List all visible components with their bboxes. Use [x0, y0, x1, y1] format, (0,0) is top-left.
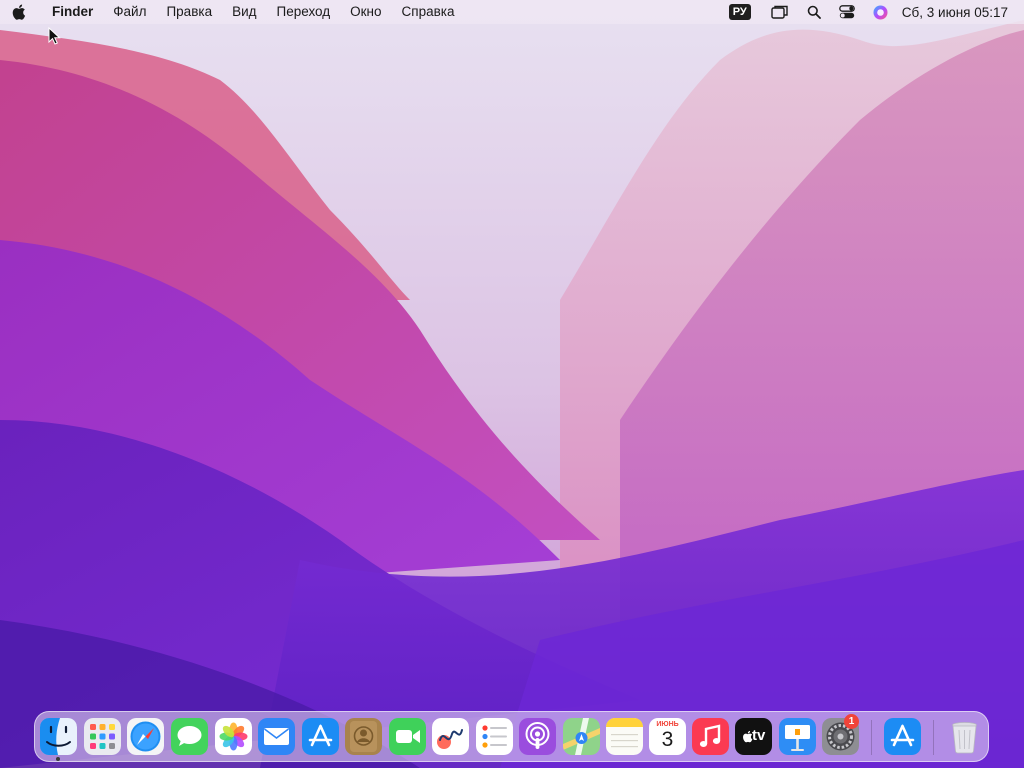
menu-app-name[interactable]: Finder: [40, 0, 103, 24]
launchpad-icon[interactable]: [84, 718, 121, 755]
menu-file[interactable]: Файл: [103, 0, 156, 24]
notification-badge: 1: [844, 714, 859, 729]
apple-tv-icon[interactable]: tv: [735, 718, 772, 755]
menu-bar: Finder Файл Правка Вид Переход Окно Спра…: [0, 0, 1024, 24]
reminders-icon[interactable]: [476, 718, 513, 755]
photos-icon[interactable]: [215, 718, 252, 755]
menu-clock[interactable]: Сб, 3 июня 05:17: [902, 5, 1008, 20]
facetime-icon[interactable]: [389, 718, 426, 755]
mail-icon[interactable]: [258, 718, 295, 755]
menu-window[interactable]: Окно: [340, 0, 391, 24]
siri-icon[interactable]: [873, 0, 888, 24]
wallpaper: [0, 0, 1024, 768]
calendar-icon[interactable]: ИЮНЬ 3: [649, 718, 686, 755]
contacts-icon[interactable]: [345, 718, 382, 755]
apple-logo-icon[interactable]: [12, 4, 40, 20]
finder-icon[interactable]: [40, 718, 77, 755]
maps-icon[interactable]: [563, 718, 600, 755]
freeform-icon[interactable]: [432, 718, 469, 755]
podcasts-icon[interactable]: [519, 718, 556, 755]
input-language-label: РУ: [728, 4, 751, 20]
window-stack-icon[interactable]: [771, 0, 789, 24]
running-indicator: [56, 757, 60, 761]
keynote-icon[interactable]: [779, 718, 816, 755]
calendar-day-label: 3: [661, 728, 674, 751]
menu-go[interactable]: Переход: [267, 0, 341, 24]
control-center-icon[interactable]: [838, 0, 855, 24]
dock-separator: [933, 720, 934, 755]
trash-icon[interactable]: [946, 718, 983, 755]
menu-edit[interactable]: Правка: [156, 0, 222, 24]
input-language-menu[interactable]: РУ: [728, 0, 751, 24]
music-icon[interactable]: [692, 718, 729, 755]
dock-separator: [871, 720, 872, 755]
menu-help[interactable]: Справка: [392, 0, 465, 24]
menu-view[interactable]: Вид: [222, 0, 266, 24]
app-store-icon[interactable]: [302, 718, 339, 755]
desktop[interactable]: Finder Файл Правка Вид Переход Окно Спра…: [0, 0, 1024, 768]
mouse-pointer-icon: [48, 27, 61, 45]
dock: ИЮНЬ 3 tv 1: [34, 711, 989, 762]
apple-tv-label: tv: [752, 727, 766, 744]
messages-icon[interactable]: [171, 718, 208, 755]
app-store-icon[interactable]: [884, 718, 921, 755]
spotlight-search-icon[interactable]: [807, 0, 821, 24]
safari-icon[interactable]: [127, 718, 164, 755]
notes-icon[interactable]: [606, 718, 643, 755]
